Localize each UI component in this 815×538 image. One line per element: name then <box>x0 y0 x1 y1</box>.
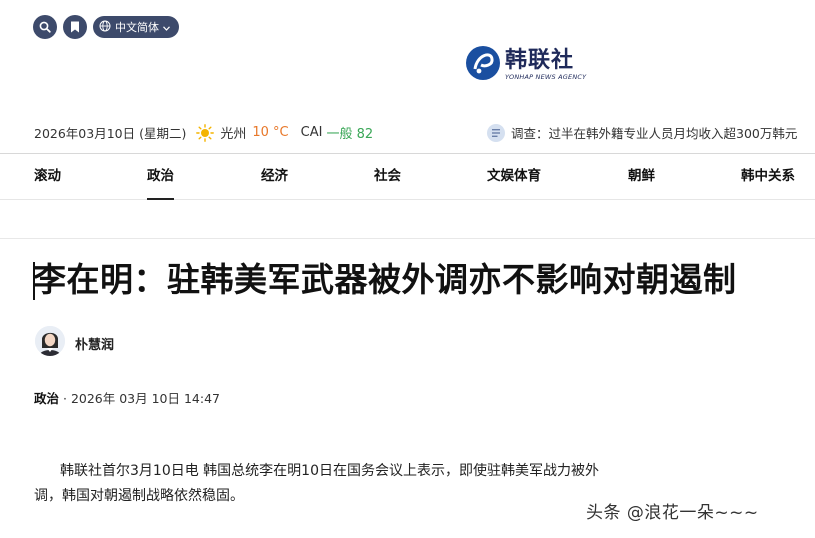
nav-item-entertainment-sports[interactable]: 文娱体育 <box>487 154 541 199</box>
author-name[interactable]: 朴慧润 <box>75 334 114 353</box>
nav-item-society[interactable]: 社会 <box>374 154 401 199</box>
logo-emblem-icon <box>465 45 501 85</box>
search-icon <box>39 18 51 37</box>
search-button[interactable] <box>33 15 57 39</box>
body-paragraph-line1: 韩联社首尔3月10日电 韩国总统李在明10日在国务会议上表示，即使驻韩美军战力被… <box>60 463 599 479</box>
text-cursor <box>33 262 35 300</box>
survey-text[interactable]: 调查：过半在韩外籍专业人员月均收入超300万韩元 <box>511 123 797 142</box>
nav-item-korea-china[interactable]: 韩中关系 <box>741 154 795 199</box>
weather-temperature: 10 °C <box>252 125 289 140</box>
nav-item-politics[interactable]: 政治 <box>147 154 174 199</box>
survey-icon <box>487 123 505 142</box>
weather-city: 光州 <box>220 127 247 142</box>
main-nav: 滚动 政治 经济 社会 文娱体育 朝鲜 韩中关系 <box>0 153 815 200</box>
sun-icon <box>196 123 215 142</box>
article-headline: 李在明：驻韩美军武器被外调亦不影响对朝遏制 <box>33 260 737 299</box>
nav-item-north-korea[interactable]: 朝鲜 <box>628 154 655 199</box>
cai-value: 一般 82 <box>326 127 374 142</box>
logo-name-en: YONHAP NEWS AGENCY <box>505 73 587 81</box>
author-avatar[interactable] <box>35 326 65 356</box>
chevron-down-icon <box>163 21 170 34</box>
survey-ticker[interactable]: 调查：过半在韩外籍专业人员月均收入超300万韩元 <box>487 123 797 142</box>
bookmark-icon <box>70 18 80 37</box>
language-label: 中文简体 <box>115 21 159 34</box>
divider <box>0 238 815 239</box>
logo-name-cn: 韩联社 <box>505 48 575 73</box>
watermark-text: 头条 @浪花一朵~~~ <box>586 503 759 523</box>
nav-active-indicator <box>147 198 174 200</box>
site-logo[interactable]: 韩联社 YONHAP NEWS AGENCY <box>465 45 586 85</box>
article-category[interactable]: 政治 <box>34 391 59 406</box>
nav-item-rolling[interactable]: 滚动 <box>34 154 61 199</box>
language-selector[interactable]: 中文简体 <box>93 16 179 38</box>
cai-label: CAI <box>300 125 323 140</box>
meta-separator: · <box>59 391 71 406</box>
article-meta: 政治 · 2026年 03月 10日 14:47 <box>34 388 220 407</box>
article-datetime: 2026年 03月 10日 14:47 <box>70 391 221 406</box>
info-bar: 2026年03月10日 (星期二) 光州 10 °C CAI 一般 82 <box>34 123 373 142</box>
nav-item-economy[interactable]: 经济 <box>261 154 288 199</box>
current-date: 2026年03月10日 (星期二) <box>34 126 187 141</box>
bookmark-button[interactable] <box>63 15 87 39</box>
globe-icon <box>99 20 111 35</box>
